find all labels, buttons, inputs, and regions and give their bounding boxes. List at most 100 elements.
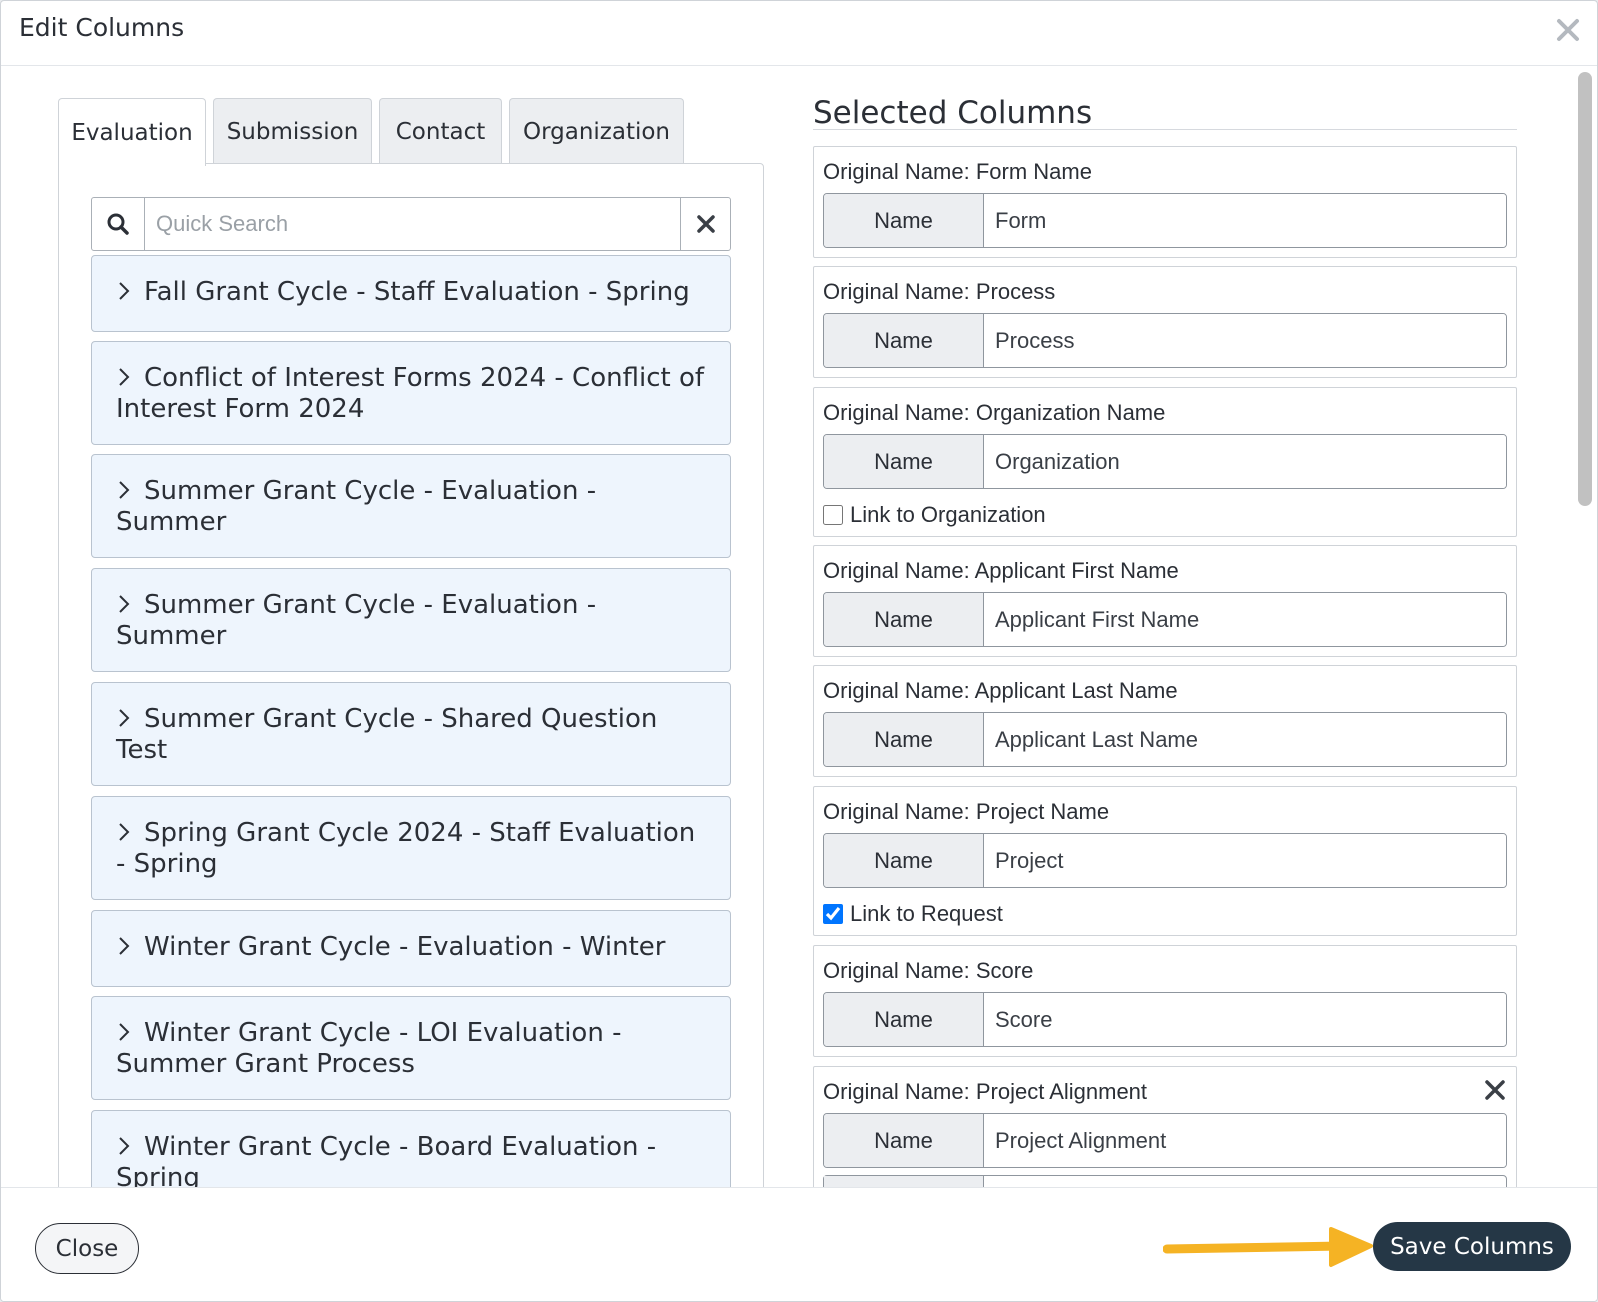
evaluation-group[interactable]: Summer Grant Cycle - Evaluation - Summer xyxy=(91,454,731,558)
modal-title: Edit Columns xyxy=(19,13,185,42)
close-icon[interactable] xyxy=(1553,15,1583,45)
original-name: Original Name: Applicant Last Name xyxy=(823,678,1178,703)
evaluation-group[interactable]: Winter Grant Cycle - Evaluation - Winter xyxy=(91,910,731,987)
name-addon: Name xyxy=(824,314,984,367)
group-label: Conflict of Interest Forms 2024 - Confli… xyxy=(116,363,705,424)
chevron-right-icon xyxy=(116,1021,134,1050)
original-name: Original Name: Organization Name xyxy=(823,400,1166,425)
evaluation-group[interactable]: Fall Grant Cycle - Staff Evaluation - Sp… xyxy=(91,255,731,332)
name-input-group: Name xyxy=(823,833,1507,888)
selected-column-card: Original Name: Applicant Last Name Name xyxy=(813,665,1517,777)
selected-column-card: Original Name: Project Name Name Link to… xyxy=(813,786,1517,936)
selected-column-card: Original Name: Applicant First Name Name xyxy=(813,545,1517,657)
column-name-input[interactable] xyxy=(985,1114,1506,1167)
modal-body: Evaluation Submission Contact Organizati… xyxy=(1,67,1571,1187)
name-addon: Name xyxy=(824,834,984,887)
group-label: Winter Grant Cycle - LOI Evaluation - Su… xyxy=(116,1018,622,1079)
tab-label: Evaluation xyxy=(71,119,193,146)
name-input-group: Name xyxy=(823,193,1507,248)
link-to-organization-checkbox[interactable]: Link to Organization xyxy=(823,502,1046,528)
tab-label: Organization xyxy=(522,118,671,145)
column-name-input[interactable] xyxy=(985,314,1506,367)
selected-column-card: Original Name: Project Alignment Name xyxy=(813,1066,1517,1187)
chevron-right-icon xyxy=(116,479,134,508)
column-name-input[interactable] xyxy=(985,593,1506,646)
tab-evaluation[interactable]: Evaluation xyxy=(58,98,206,166)
search-icon[interactable] xyxy=(92,198,145,250)
name-addon: Name xyxy=(824,993,984,1046)
checkbox-label: Link to Request xyxy=(850,901,1003,926)
evaluation-group[interactable]: Conflict of Interest Forms 2024 - Confli… xyxy=(91,341,731,445)
selected-column-card: Original Name: Form Name Name xyxy=(813,146,1517,258)
original-name: Original Name: Applicant First Name xyxy=(823,558,1179,583)
edit-columns-modal: Edit Columns Evaluation Submission Conta… xyxy=(0,0,1598,1302)
column-name-input[interactable] xyxy=(985,713,1506,766)
original-name: Original Name: Form Name xyxy=(823,159,1092,184)
modal-header: Edit Columns xyxy=(1,1,1597,66)
original-name: Original Name: Project Name xyxy=(823,799,1110,824)
chevron-right-icon xyxy=(116,366,134,395)
name-addon: Name xyxy=(824,1114,984,1167)
evaluation-group[interactable]: Summer Grant Cycle - Evaluation - Summer xyxy=(91,568,731,672)
original-name: Original Name: Process xyxy=(823,279,1056,304)
selected-column-card: Original Name: Process Name xyxy=(813,266,1517,378)
scrollbar-thumb[interactable] xyxy=(1578,72,1592,506)
close-button[interactable]: Close xyxy=(35,1223,139,1274)
column-name-input[interactable] xyxy=(985,435,1506,488)
chevron-right-icon xyxy=(116,1135,134,1164)
group-label: Fall Grant Cycle - Staff Evaluation - Sp… xyxy=(144,277,690,307)
selected-columns-title: Selected Columns xyxy=(813,95,1093,131)
divider xyxy=(813,129,1517,130)
name-addon: Name xyxy=(824,194,984,247)
checkbox[interactable] xyxy=(823,505,843,525)
name-input-group: Name xyxy=(823,1113,1507,1168)
group-label: Winter Grant Cycle - Evaluation - Winter xyxy=(144,932,666,962)
chevron-right-icon xyxy=(116,935,134,964)
evaluation-group[interactable]: Winter Grant Cycle - LOI Evaluation - Su… xyxy=(91,996,731,1100)
name-input-group: Name xyxy=(823,712,1507,767)
chevron-right-icon xyxy=(116,593,134,622)
modal-footer: Close Save Columns xyxy=(1,1187,1597,1301)
name-addon: Name xyxy=(824,593,984,646)
column-name-input[interactable] xyxy=(985,194,1506,247)
name-input-group: Name xyxy=(823,992,1507,1047)
save-columns-button[interactable]: Save Columns xyxy=(1373,1222,1571,1271)
link-to-request-checkbox[interactable]: Link to Request xyxy=(823,901,1003,927)
group-label: Spring Grant Cycle 2024 - Staff Evaluati… xyxy=(116,818,696,879)
evaluation-group[interactable]: Summer Grant Cycle - Shared Question Tes… xyxy=(91,682,731,786)
chevron-right-icon xyxy=(116,707,134,736)
second-input-group[interactable] xyxy=(823,1175,1507,1187)
tab-submission[interactable]: Submission xyxy=(213,98,372,164)
group-label: Summer Grant Cycle - Evaluation - Summer xyxy=(116,476,597,537)
tab-contact[interactable]: Contact xyxy=(379,98,502,164)
original-name: Original Name: Project Alignment xyxy=(823,1079,1148,1104)
evaluation-group[interactable]: Spring Grant Cycle 2024 - Staff Evaluati… xyxy=(91,796,731,900)
selected-column-card: Original Name: Organization Name Name Li… xyxy=(813,387,1517,537)
selected-column-card: Original Name: Score Name xyxy=(813,945,1517,1057)
chevron-right-icon xyxy=(116,821,134,850)
name-addon: Name xyxy=(824,435,984,488)
addon xyxy=(824,1176,984,1187)
group-label: Winter Grant Cycle - Board Evaluation - … xyxy=(116,1132,657,1188)
name-input-group: Name xyxy=(823,592,1507,647)
chevron-right-icon xyxy=(116,280,134,309)
remove-column-icon[interactable] xyxy=(1482,1077,1508,1103)
tab-label: Submission xyxy=(226,118,359,145)
arrow-icon xyxy=(1162,1225,1375,1269)
column-name-input[interactable] xyxy=(985,834,1506,887)
evaluation-group[interactable]: Winter Grant Cycle - Board Evaluation - … xyxy=(91,1110,731,1187)
tab-organization[interactable]: Organization xyxy=(509,98,684,164)
name-input-group: Name xyxy=(823,313,1507,368)
checkbox-label: Link to Organization xyxy=(850,502,1046,527)
quick-search xyxy=(91,197,731,251)
column-name-input[interactable] xyxy=(985,993,1506,1046)
name-input-group: Name xyxy=(823,434,1507,489)
checkbox[interactable] xyxy=(823,904,843,924)
clear-search-icon[interactable] xyxy=(680,198,730,250)
search-input[interactable] xyxy=(146,198,675,250)
group-label: Summer Grant Cycle - Shared Question Tes… xyxy=(116,704,658,765)
group-label: Summer Grant Cycle - Evaluation - Summer xyxy=(116,590,597,651)
name-addon: Name xyxy=(824,713,984,766)
vertical-scrollbar[interactable] xyxy=(1575,69,1593,1185)
tab-label: Contact xyxy=(395,118,486,145)
